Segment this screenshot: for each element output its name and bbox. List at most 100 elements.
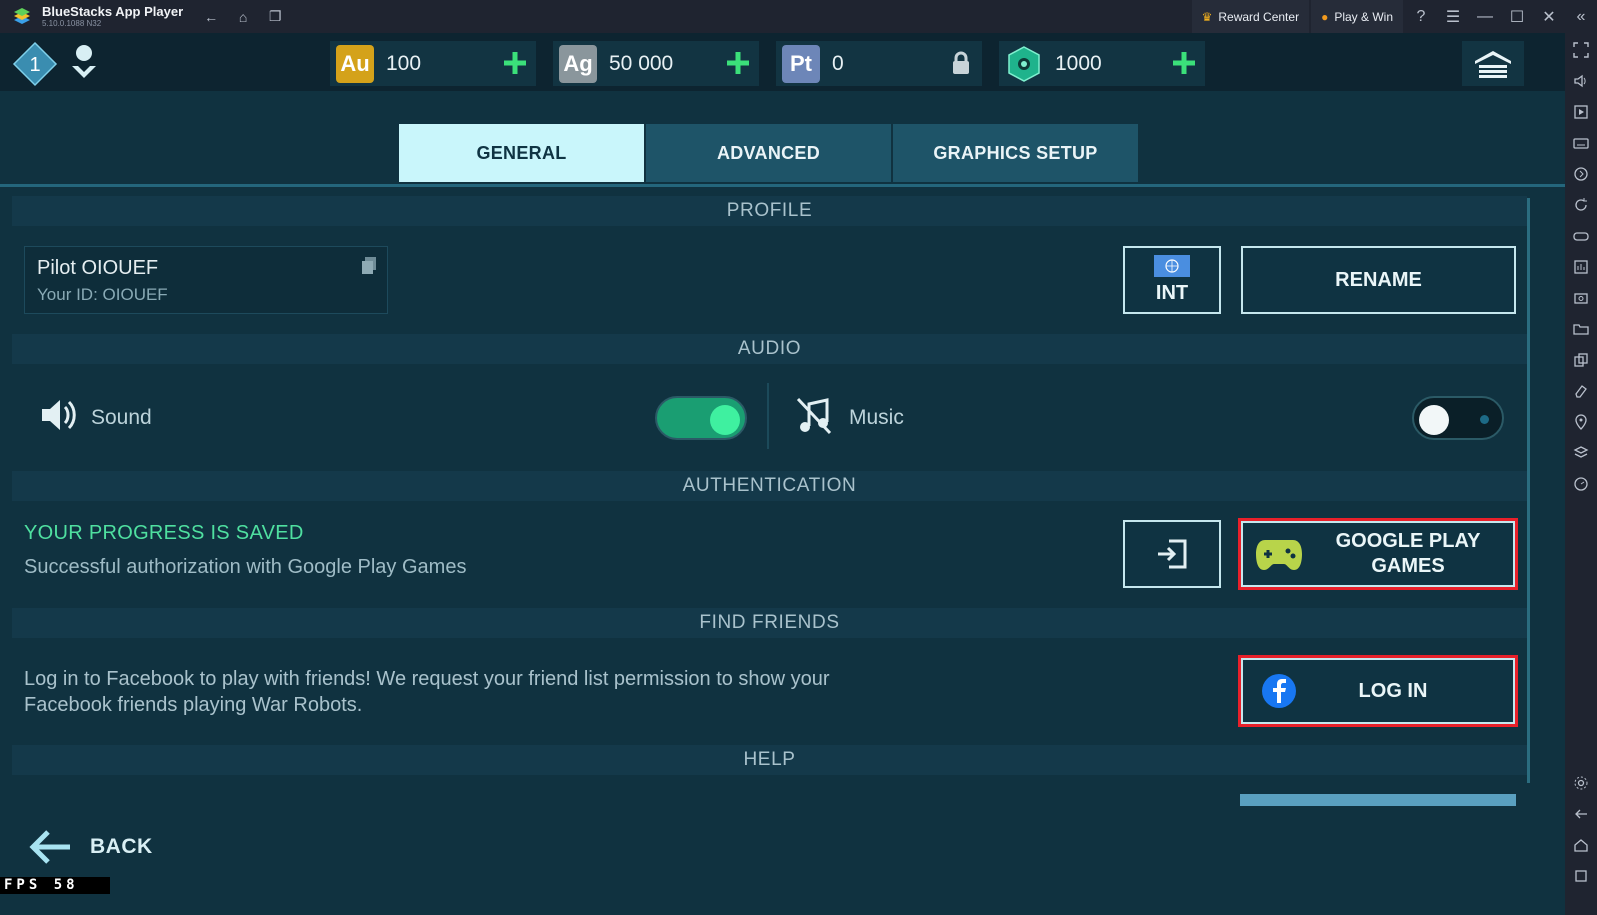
level-diamond-icon[interactable]: 1 [12, 41, 58, 87]
silver-badge-icon: Ag [559, 44, 597, 83]
tab-advanced[interactable]: ADVANCED [646, 124, 891, 182]
facebook-login-button[interactable]: LOG IN [1241, 658, 1515, 724]
multi-instance-icon[interactable] [1573, 352, 1589, 368]
gold-badge-icon: Au [336, 44, 374, 83]
multi-window-icon[interactable]: ❐ [267, 8, 283, 25]
coin-icon: ● [1321, 9, 1329, 24]
settings-icon[interactable] [1573, 775, 1589, 791]
hangar-icon [1475, 50, 1511, 78]
pilot-name: Pilot OIOUEF [37, 257, 159, 279]
sound-toggle-knob [710, 405, 740, 435]
fullscreen-icon[interactable] [1573, 42, 1589, 58]
pilot-profile-icon[interactable] [68, 44, 100, 80]
erase-icon[interactable] [1573, 383, 1589, 399]
eco-mode-icon[interactable] [1573, 476, 1589, 492]
help-icon[interactable]: ? [1405, 0, 1437, 33]
facebook-info-text: Log in to Facebook to play with friends!… [24, 668, 830, 716]
keyboard-icon[interactable] [1573, 135, 1589, 151]
logout-icon [1158, 539, 1187, 569]
minimize-icon[interactable]: — [1469, 0, 1501, 33]
power-cells-value: 1000 [1055, 51, 1102, 75]
home-icon[interactable]: ⌂ [235, 9, 251, 25]
level-number: 1 [29, 54, 40, 76]
logout-button[interactable] [1123, 520, 1221, 588]
app-version: 5.10.0.1088 N32 [42, 19, 102, 28]
currency-power-cells: 1000 [999, 41, 1205, 86]
music-label: Music [849, 406, 904, 429]
lock-icon [953, 51, 969, 74]
layers-icon[interactable] [1573, 445, 1589, 461]
music-toggle-knob [1419, 405, 1449, 435]
title-bar: BlueStacks App Player 5.10.0.1088 N32 ← … [0, 0, 1597, 33]
gamepad-icon[interactable] [1573, 228, 1589, 244]
un-flag-icon [1154, 255, 1190, 277]
android-home-icon[interactable] [1573, 837, 1589, 853]
profile-card: Pilot OIOUEF Your ID: OIOUEF [24, 246, 388, 314]
reward-center-label: Reward Center [1218, 9, 1300, 24]
facebook-icon [1262, 674, 1296, 708]
screen-record-icon[interactable] [1573, 104, 1589, 120]
sound-label: Sound [91, 406, 152, 429]
maximize-icon[interactable]: ☐ [1501, 0, 1533, 33]
audio-divider [767, 383, 769, 449]
volume-icon[interactable] [1573, 73, 1589, 89]
speaker-icon [42, 400, 76, 430]
menu-icon[interactable]: ☰ [1437, 0, 1469, 33]
currency-platinum: Pt 0 [776, 41, 982, 86]
auth-status-text: Successful authorization with Google Pla… [24, 556, 467, 578]
collapse-sidebar-icon[interactable]: « [1565, 0, 1597, 33]
section-header-audio: AUDIO [12, 334, 1527, 364]
currency-silver: Ag 50 000 [553, 41, 759, 86]
tab-graphics-setup[interactable]: GRAPHICS SETUP [893, 124, 1138, 182]
back-arrow-icon[interactable]: ← [203, 9, 219, 25]
bluestacks-logo-icon [14, 7, 30, 24]
android-back-icon[interactable] [1573, 806, 1589, 822]
screenshot-icon[interactable] [1573, 290, 1589, 306]
platinum-value: 0 [832, 51, 844, 75]
reward-center-button[interactable]: ♛ Reward Center [1191, 0, 1310, 33]
back-button[interactable]: BACK [28, 828, 153, 866]
silver-value: 50 000 [609, 51, 674, 75]
sound-toggle[interactable] [655, 396, 747, 440]
add-power-cells-plus-icon[interactable] [1171, 50, 1197, 76]
location-icon[interactable] [1573, 414, 1589, 430]
app-title: BlueStacks App Player 5.10.0.1088 N32 [42, 5, 183, 28]
folder-icon[interactable] [1573, 321, 1589, 337]
section-header-authentication: AUTHENTICATION [12, 471, 1527, 501]
add-silver-plus-icon[interactable] [725, 50, 751, 76]
macro-icon[interactable] [1573, 166, 1589, 182]
google-play-label-line1: GOOGLE PLAY [1335, 530, 1481, 552]
rename-button[interactable]: RENAME [1241, 246, 1516, 314]
tab-general[interactable]: GENERAL [399, 124, 644, 182]
close-icon[interactable]: ✕ [1533, 0, 1565, 33]
hangar-button[interactable] [1462, 41, 1524, 86]
section-header-profile: PROFILE [12, 196, 1527, 226]
gold-value: 100 [386, 51, 422, 75]
google-play-games-button[interactable]: GOOGLE PLAY GAMES [1241, 521, 1515, 587]
help-button-partial[interactable] [1240, 794, 1516, 806]
google-play-label: GOOGLE PLAY GAMES [1303, 529, 1513, 579]
currency-bar: 1 Au 100 Ag 50 000 Pt 0 1000 [0, 33, 1565, 91]
music-toggle[interactable] [1412, 396, 1504, 440]
app-name: BlueStacks App Player [42, 4, 184, 19]
play-win-button[interactable]: ● Play & Win [1311, 0, 1403, 33]
tabs-divider [0, 184, 1565, 187]
power-cell-hexagon-icon [1008, 45, 1040, 82]
section-header-help: HELP [12, 745, 1527, 775]
copy-id-icon[interactable] [361, 257, 377, 275]
crown-icon: ♛ [1201, 9, 1213, 24]
back-label: BACK [90, 835, 153, 858]
music-muted-icon [796, 397, 832, 435]
android-recents-icon[interactable] [1573, 868, 1589, 884]
add-gold-plus-icon[interactable] [502, 50, 528, 76]
game-screen: 1 Au 100 Ag 50 000 Pt 0 1000 GENERAL ADV… [0, 33, 1565, 915]
apk-icon[interactable] [1573, 259, 1589, 275]
back-arrow-icon [29, 830, 70, 864]
scrollbar[interactable] [1527, 198, 1530, 783]
emulator-sidebar [1565, 33, 1597, 915]
fps-counter: FPS 58 [0, 877, 110, 894]
platinum-badge-icon: Pt [782, 44, 820, 83]
rotate-icon[interactable] [1573, 197, 1589, 213]
region-button[interactable]: INT [1123, 246, 1221, 314]
auth-status-title: YOUR PROGRESS IS SAVED [24, 522, 304, 544]
